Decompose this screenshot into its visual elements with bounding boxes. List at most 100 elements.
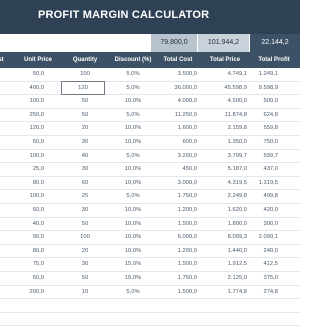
total-profit-cell[interactable]: 274,8 bbox=[253, 286, 278, 299]
total-profit-cell[interactable]: 9.598,9 bbox=[253, 82, 278, 95]
total-cost-cell[interactable]: 1.200,0 bbox=[157, 245, 197, 258]
unit-price-cell[interactable]: 50,0 bbox=[18, 68, 44, 81]
discount-cell[interactable]: 10,0% bbox=[113, 218, 153, 231]
quantity-cell[interactable]: 100 bbox=[62, 231, 108, 244]
unit-price-cell[interactable]: 100,0 bbox=[18, 150, 44, 163]
total-price-cell[interactable]: 2.249,8 bbox=[205, 190, 247, 203]
discount-cell[interactable]: 5,0% bbox=[113, 286, 153, 299]
total-price-cell[interactable]: 45.598,9 bbox=[205, 82, 247, 95]
unit-cost-cell[interactable] bbox=[0, 82, 10, 95]
total-price-cell[interactable]: 8.099,3 bbox=[205, 231, 247, 244]
total-price-cell[interactable]: 1.800,0 bbox=[205, 218, 247, 231]
quantity-cell[interactable]: 50 bbox=[62, 109, 108, 122]
unit-cost-cell[interactable] bbox=[0, 258, 10, 271]
total-price-cell[interactable]: 1.912,5 bbox=[205, 258, 247, 271]
total-price-cell[interactable]: 3.799,7 bbox=[205, 150, 247, 163]
discount-cell[interactable]: 10,0% bbox=[113, 163, 153, 176]
unit-price-cell[interactable]: 400,0 bbox=[18, 82, 44, 95]
discount-cell[interactable]: 5,0% bbox=[113, 150, 153, 163]
total-price-cell[interactable]: 1.440,0 bbox=[205, 245, 247, 258]
unit-price-cell[interactable]: 90,0 bbox=[18, 231, 44, 244]
unit-price-cell[interactable]: 60,0 bbox=[18, 204, 44, 217]
unit-cost-cell[interactable] bbox=[0, 163, 10, 176]
discount-cell[interactable]: 15,0% bbox=[113, 272, 153, 285]
total-price-cell[interactable]: 2.159,8 bbox=[205, 122, 247, 135]
discount-cell[interactable]: 10,0% bbox=[113, 245, 153, 258]
total-price-cell[interactable]: 1.774,8 bbox=[205, 286, 247, 299]
unit-cost-cell[interactable] bbox=[0, 95, 10, 108]
total-price-cell[interactable]: 4.500,0 bbox=[205, 95, 247, 108]
discount-cell[interactable]: 10,0% bbox=[113, 231, 153, 244]
total-price-cell[interactable]: 4.319,5 bbox=[205, 177, 247, 190]
unit-price-cell[interactable]: 100,0 bbox=[18, 95, 44, 108]
discount-cell[interactable]: 5,0% bbox=[113, 82, 153, 95]
quantity-cell[interactable]: 50 bbox=[62, 218, 108, 231]
quantity-cell[interactable]: 100 bbox=[62, 68, 108, 81]
total-profit-cell[interactable]: 499,8 bbox=[253, 190, 278, 203]
total-cost-cell[interactable]: 1.600,0 bbox=[157, 122, 197, 135]
unit-price-cell[interactable]: 100,0 bbox=[18, 190, 44, 203]
unit-price-cell[interactable]: 80,0 bbox=[18, 177, 44, 190]
total-cost-cell[interactable]: 450,0 bbox=[157, 163, 197, 176]
total-price-cell[interactable]: 2.125,0 bbox=[205, 272, 247, 285]
total-profit-cell[interactable]: 500,0 bbox=[253, 95, 278, 108]
total-cost-cell[interactable]: 3.000,0 bbox=[157, 177, 197, 190]
unit-cost-cell[interactable] bbox=[0, 136, 10, 149]
unit-cost-cell[interactable] bbox=[0, 245, 10, 258]
unit-price-cell[interactable]: 120,0 bbox=[18, 122, 44, 135]
unit-price-cell[interactable]: 40,0 bbox=[18, 218, 44, 231]
total-profit-cell[interactable]: 2.099,1 bbox=[253, 231, 278, 244]
total-cost-cell[interactable]: 3.200,0 bbox=[157, 150, 197, 163]
total-profit-cell[interactable]: 599,7 bbox=[253, 150, 278, 163]
unit-cost-cell[interactable] bbox=[0, 218, 10, 231]
total-cost-cell[interactable]: 1.500,0 bbox=[157, 258, 197, 271]
quantity-cell[interactable]: 30 bbox=[62, 136, 108, 149]
total-profit-cell[interactable]: 420,0 bbox=[253, 204, 278, 217]
discount-cell[interactable]: 10,0% bbox=[113, 177, 153, 190]
discount-cell[interactable]: 5,0% bbox=[113, 68, 153, 81]
total-cost-cell[interactable]: 1.750,0 bbox=[157, 272, 197, 285]
total-cost-cell[interactable]: 11.250,0 bbox=[157, 109, 197, 122]
quantity-cell[interactable]: 50 bbox=[62, 95, 108, 108]
unit-cost-cell[interactable] bbox=[0, 272, 10, 285]
total-price-cell[interactable]: 5.187,0 bbox=[205, 163, 247, 176]
total-cost-cell[interactable]: 4.000,0 bbox=[157, 95, 197, 108]
unit-price-cell[interactable]: 25,0 bbox=[18, 163, 44, 176]
quantity-cell[interactable]: 30 bbox=[62, 258, 108, 271]
discount-cell[interactable]: 10,0% bbox=[113, 95, 153, 108]
quantity-cell[interactable]: 60 bbox=[62, 177, 108, 190]
quantity-cell[interactable]: 120 bbox=[61, 80, 105, 96]
total-cost-cell[interactable]: 1.500,0 bbox=[157, 286, 197, 299]
total-cost-cell[interactable]: 1.500,0 bbox=[157, 218, 197, 231]
quantity-cell[interactable]: 10 bbox=[62, 286, 108, 299]
total-profit-cell[interactable]: 624,8 bbox=[253, 109, 278, 122]
quantity-cell[interactable]: 20 bbox=[62, 122, 108, 135]
total-price-cell[interactable]: 11.874,8 bbox=[205, 109, 247, 122]
total-price-cell[interactable]: 1.350,0 bbox=[205, 136, 247, 149]
unit-price-cell[interactable]: 250,0 bbox=[18, 109, 44, 122]
unit-cost-cell[interactable] bbox=[0, 286, 10, 299]
unit-price-cell[interactable]: 80,0 bbox=[18, 245, 44, 258]
unit-price-cell[interactable]: 50,0 bbox=[18, 136, 44, 149]
quantity-cell[interactable]: 50 bbox=[62, 272, 108, 285]
discount-cell[interactable]: 10,0% bbox=[113, 204, 153, 217]
total-profit-cell[interactable]: 300,0 bbox=[253, 218, 278, 231]
total-cost-cell[interactable]: 1.200,0 bbox=[157, 204, 197, 217]
total-cost-cell[interactable]: 6.000,0 bbox=[157, 231, 197, 244]
empty-row[interactable] bbox=[0, 313, 300, 326]
discount-cell[interactable]: 10,0% bbox=[113, 122, 153, 135]
unit-cost-cell[interactable] bbox=[0, 204, 10, 217]
discount-cell[interactable]: 5,0% bbox=[113, 190, 153, 203]
total-cost-cell[interactable]: 36.000,0 bbox=[157, 82, 197, 95]
unit-cost-cell[interactable] bbox=[0, 68, 10, 81]
discount-cell[interactable]: 10,0% bbox=[113, 136, 153, 149]
unit-cost-cell[interactable] bbox=[0, 231, 10, 244]
unit-price-cell[interactable]: 75,0 bbox=[18, 258, 44, 271]
unit-cost-cell[interactable] bbox=[0, 190, 10, 203]
quantity-cell[interactable]: 30 bbox=[62, 204, 108, 217]
empty-row[interactable] bbox=[0, 299, 300, 313]
total-cost-cell[interactable]: 1.750,0 bbox=[157, 190, 197, 203]
total-profit-cell[interactable]: 559,8 bbox=[253, 122, 278, 135]
unit-cost-cell[interactable] bbox=[0, 122, 10, 135]
quantity-cell[interactable]: 40 bbox=[62, 150, 108, 163]
